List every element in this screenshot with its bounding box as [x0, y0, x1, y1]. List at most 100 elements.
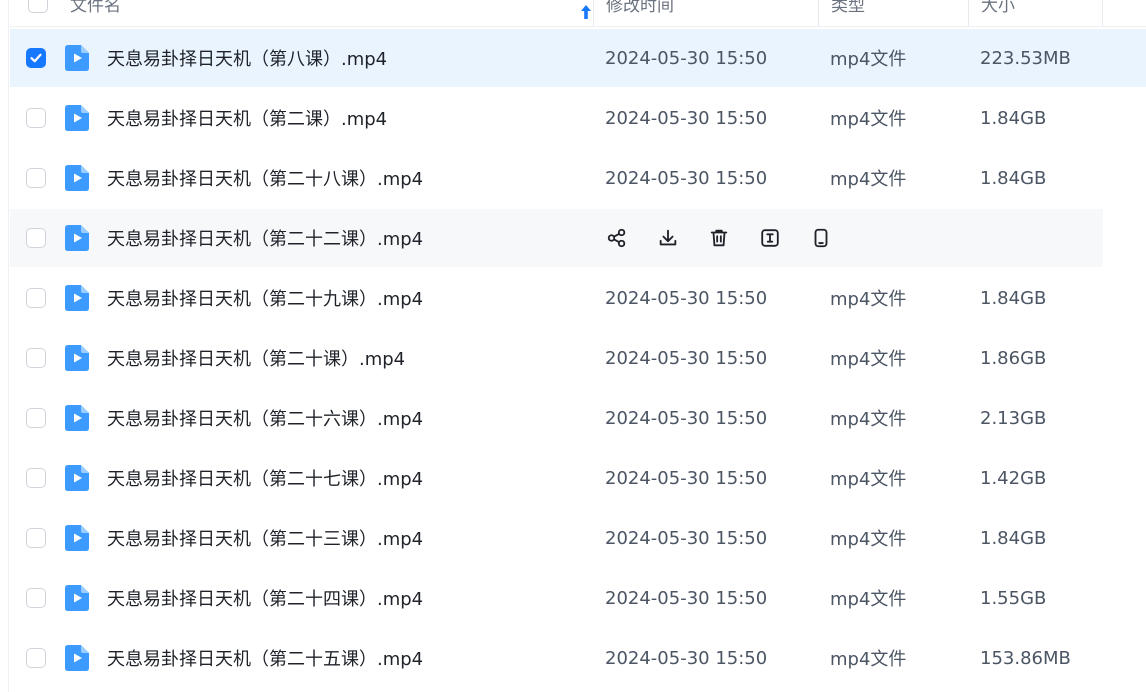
video-file-icon: [65, 165, 89, 191]
file-name[interactable]: 天息易卦择日天机（第二十四课）.mp4: [107, 569, 423, 627]
file-size: 1.84GB: [980, 167, 1047, 189]
file-size: 1.86GB: [980, 347, 1047, 369]
row-checkbox[interactable]: [26, 168, 46, 188]
row-checkbox[interactable]: [26, 528, 46, 548]
row-checkbox-cell: [26, 449, 46, 507]
file-modified-time: 2024-05-30 15:50: [605, 587, 768, 609]
file-modified-time: 2024-05-30 15:50: [605, 527, 768, 549]
left-divider: [8, 0, 9, 692]
file-type: mp4文件: [830, 469, 907, 490]
file-name[interactable]: 天息易卦择日天机（第二十二课）.mp4: [107, 209, 423, 267]
row-checkbox[interactable]: [26, 408, 46, 428]
table-row[interactable]: 天息易卦择日天机（第二十五课）.mp4 2024-05-30 15:50 mp4文件…: [10, 629, 1103, 687]
table-row[interactable]: 天息易卦择日天机（第二十九课）.mp4 2024-05-30 15:50 mp4文件…: [10, 269, 1103, 327]
file-type: mp4文件: [830, 169, 907, 190]
file-size: 153.86MB: [980, 647, 1071, 669]
file-size: 2.13GB: [980, 407, 1047, 429]
file-type: mp4文件: [830, 289, 907, 310]
file-name[interactable]: 天息易卦择日天机（第二十六课）.mp4: [107, 389, 423, 447]
file-type: mp4文件: [830, 109, 907, 130]
table-row[interactable]: 天息易卦择日天机（第二十六课）.mp4 2024-05-30 15:50 mp4文件…: [10, 389, 1103, 447]
header-select-all-cell: [10, 0, 66, 26]
row-checkbox[interactable]: [26, 468, 46, 488]
row-checkbox[interactable]: [26, 108, 46, 128]
rename-icon: [761, 229, 779, 247]
download-button[interactable]: [656, 226, 680, 250]
table-row[interactable]: 天息易卦择日天机（第二十二课）.mp4: [10, 209, 1103, 267]
file-size: 223.53MB: [980, 47, 1071, 69]
table-row[interactable]: 天息易卦择日天机（第八课）.mp4 2024-05-30 15:50 mp4文件 22…: [10, 29, 1146, 87]
video-file-icon: [65, 345, 89, 371]
file-name[interactable]: 天息易卦择日天机（第二十九课）.mp4: [107, 269, 423, 327]
row-action-toolbar: [605, 209, 860, 267]
file-modified-time: 2024-05-30 15:50: [605, 407, 768, 429]
video-file-icon-cell: [65, 389, 89, 447]
row-checkbox[interactable]: [26, 228, 46, 248]
table-row[interactable]: 天息易卦择日天机（第二十七课）.mp4 2024-05-30 15:50 mp4文件…: [10, 449, 1103, 507]
row-checkbox-cell: [26, 29, 46, 87]
row-checkbox[interactable]: [26, 348, 46, 368]
file-name[interactable]: 天息易卦择日天机（第二十八课）.mp4: [107, 149, 423, 207]
video-file-icon: [65, 585, 89, 611]
file-type: mp4文件: [830, 529, 907, 550]
table-row[interactable]: 天息易卦择日天机（第二十四课）.mp4 2024-05-30 15:50 mp4文件…: [10, 569, 1103, 627]
sort-ascending-icon[interactable]: [579, 4, 593, 20]
file-name[interactable]: 天息易卦择日天机（第二十七课）.mp4: [107, 449, 423, 507]
table-row[interactable]: 天息易卦择日天机（第二课）.mp4 2024-05-30 15:50 mp4文件 1.…: [10, 89, 1103, 147]
file-name[interactable]: 天息易卦择日天机（第二十三课）.mp4: [107, 509, 423, 567]
video-file-icon: [65, 525, 89, 551]
file-size: 1.84GB: [980, 107, 1047, 129]
row-checkbox-cell: [26, 269, 46, 327]
header-size[interactable]: 大小: [968, 0, 1103, 26]
table-row[interactable]: 天息易卦择日天机（第二十课）.mp4 2024-05-30 15:50 mp4文件 1…: [10, 329, 1103, 387]
row-checkbox-cell: [26, 629, 46, 687]
file-name[interactable]: 天息易卦择日天机（第八课）.mp4: [107, 29, 387, 87]
video-file-icon-cell: [65, 629, 89, 687]
file-size: 1.55GB: [980, 587, 1047, 609]
video-file-icon-cell: [65, 269, 89, 327]
row-checkbox-cell: [26, 149, 46, 207]
header-name-label: 文件名: [70, 0, 121, 16]
video-file-icon-cell: [65, 149, 89, 207]
header-size-label: 大小: [981, 0, 1015, 16]
video-file-icon: [65, 45, 89, 71]
header-type-label: 类型: [831, 0, 865, 16]
header-modified-label: 修改时间: [606, 0, 674, 16]
mobile-button[interactable]: [809, 226, 833, 250]
file-list-table: 文件名 修改时间 类型 大小 天息易卦择日天机（第八课）.mp4 2024-05-…: [0, 0, 1146, 692]
header-modified-time[interactable]: 修改时间: [593, 0, 818, 26]
row-checkbox[interactable]: [26, 48, 46, 68]
row-checkbox[interactable]: [26, 648, 46, 668]
row-checkbox[interactable]: [26, 288, 46, 308]
file-name[interactable]: 天息易卦择日天机（第二十课）.mp4: [107, 329, 405, 387]
row-checkbox-cell: [26, 509, 46, 567]
table-header: 文件名 修改时间 类型 大小: [10, 0, 1146, 27]
file-modified-time: 2024-05-30 15:50: [605, 647, 768, 669]
header-type[interactable]: 类型: [818, 0, 968, 26]
file-modified-time: 2024-05-30 15:50: [605, 47, 768, 69]
trash-button[interactable]: [707, 226, 731, 250]
file-type: mp4文件: [830, 349, 907, 370]
file-type: mp4文件: [830, 409, 907, 430]
video-file-icon: [65, 285, 89, 311]
video-file-icon-cell: [65, 329, 89, 387]
video-file-icon: [65, 405, 89, 431]
file-name[interactable]: 天息易卦择日天机（第二课）.mp4: [107, 89, 387, 147]
table-row[interactable]: 天息易卦择日天机（第二十三课）.mp4 2024-05-30 15:50 mp4文件…: [10, 509, 1103, 567]
table-row[interactable]: 天息易卦择日天机（第二十八课）.mp4 2024-05-30 15:50 mp4文件…: [10, 149, 1103, 207]
video-file-icon: [65, 465, 89, 491]
file-size: 1.84GB: [980, 527, 1047, 549]
file-modified-time: 2024-05-30 15:50: [605, 347, 768, 369]
video-file-icon-cell: [65, 569, 89, 627]
file-size: 1.84GB: [980, 287, 1047, 309]
video-file-icon-cell: [65, 29, 89, 87]
trash-icon: [710, 229, 728, 247]
file-modified-time: 2024-05-30 15:50: [605, 287, 768, 309]
select-all-checkbox[interactable]: [28, 0, 48, 13]
share-button[interactable]: [605, 226, 629, 250]
row-checkbox[interactable]: [26, 588, 46, 608]
rename-button[interactable]: [758, 226, 782, 250]
video-file-icon: [65, 645, 89, 671]
header-name[interactable]: 文件名: [66, 0, 593, 26]
file-name[interactable]: 天息易卦择日天机（第二十五课）.mp4: [107, 629, 423, 687]
